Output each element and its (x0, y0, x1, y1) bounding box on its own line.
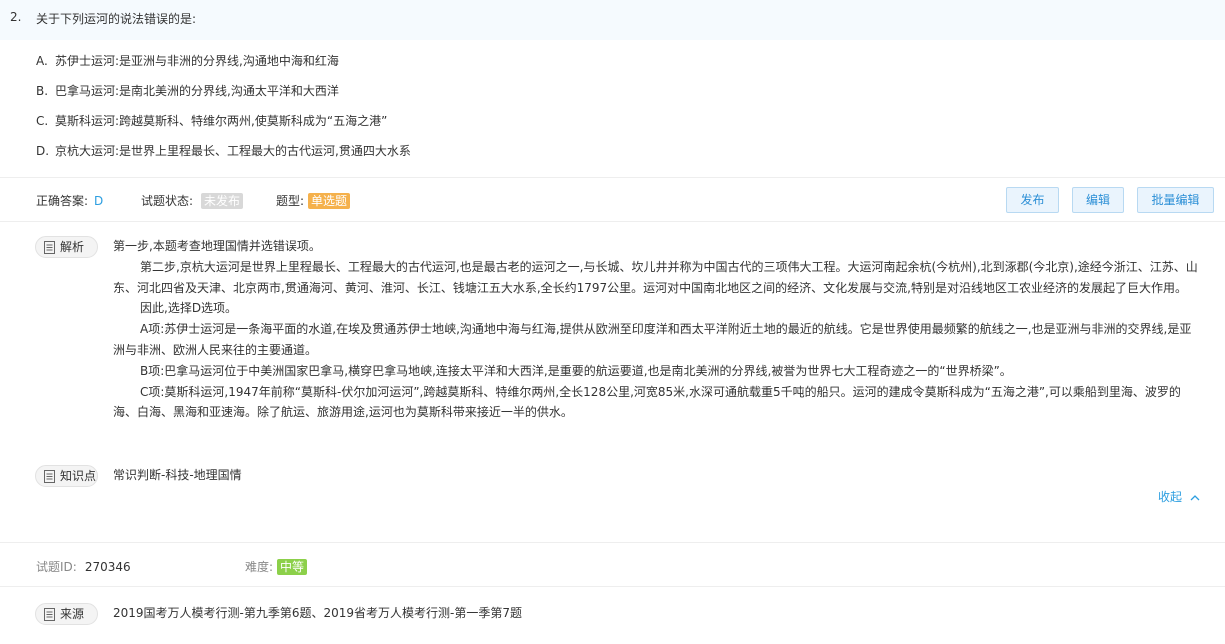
question-id-value: 270346 (84, 560, 131, 574)
option-a: A. 苏伊士运河:是亚洲与非洲的分界线,沟通地中海和红海 (36, 52, 339, 69)
question-stem: 关于下列运河的说法错误的是: (36, 12, 197, 26)
option-letter: C. (36, 114, 49, 128)
answer-label: 正确答案: (36, 194, 89, 208)
divider (0, 586, 1225, 587)
answer-value: D (94, 194, 104, 208)
option-letter: A. (36, 54, 48, 68)
chevron-up-icon (1190, 495, 1200, 501)
analysis-paragraph: 第二步,京杭大运河是世界上里程最长、工程最大的古代运河,也是最古老的运河之一,与… (113, 259, 1198, 295)
option-letter: D. (36, 144, 50, 158)
difficulty-badge: 中等 (277, 559, 308, 575)
question-id: 试题ID: 270346 (36, 558, 131, 575)
analysis-paragraph: A项:苏伊士运河是一条海平面的水道,在埃及贯通苏伊士地峡,沟通地中海与红海,提供… (113, 322, 1192, 357)
question-id-label: 试题ID: (36, 560, 77, 574)
analysis-paragraph: B项:巴拿马运河位于中美洲国家巴拿马,横穿巴拿马地峡,连接太平洋和大西洋,是重要… (140, 363, 1012, 378)
option-letter: B. (36, 84, 49, 98)
analysis-paragraph: 因此,选择D选项。 (140, 301, 238, 316)
divider (0, 177, 1225, 178)
knowledge-tag-label: 知识点 (60, 469, 97, 483)
question-number: 2. (10, 10, 22, 24)
document-icon (44, 241, 55, 254)
option-c: C. 莫斯科运河:跨越莫斯科、特维尔两州,使莫斯科成为“五海之港” (36, 112, 387, 129)
option-b: B. 巴拿马运河:是南北美洲的分界线,沟通太平洋和大西洋 (36, 82, 339, 99)
status-badge: 未发布 (201, 193, 244, 209)
knowledge-point-text: 常识判断-科技-地理国情 (113, 468, 242, 482)
type-info: 题型: 单选题 (276, 192, 351, 209)
analysis-paragraph: C项:莫斯科运河,1947年前称“莫斯科-伏尔加河运河”,跨越莫斯科、特维尔两州… (113, 384, 1181, 420)
collapse-link[interactable]: 收起 (1158, 488, 1200, 505)
edit-button[interactable]: 编辑 (1072, 187, 1124, 213)
type-badge: 单选题 (308, 193, 351, 209)
knowledge-tag: 知识点 (35, 465, 98, 487)
status-info: 试题状态: 未发布 (141, 192, 244, 209)
batch-edit-button[interactable]: 批量编辑 (1137, 187, 1214, 213)
analysis-tag: 解析 (35, 236, 98, 258)
source-tag: 来源 (35, 603, 98, 625)
option-text: 京杭大运河:是世界上里程最长、工程最大的古代运河,贯通四大水系 (55, 144, 411, 158)
status-label: 试题状态: (141, 194, 194, 208)
difficulty-label: 难度: (245, 560, 274, 574)
analysis-content: 第一步,本题考查地理国情并选错误项。 第二步,京杭大运河是世界上里程最长、工程最… (113, 236, 1203, 423)
source-text: 2019国考万人模考行测-第九季第6题、2019省考万人模考行测-第一季第7题 (113, 606, 523, 620)
option-text: 苏伊士运河:是亚洲与非洲的分界线,沟通地中海和红海 (55, 54, 339, 68)
document-icon (44, 470, 55, 483)
question-header: 2. 关于下列运河的说法错误的是: (0, 0, 1225, 40)
document-icon (44, 608, 55, 621)
divider (0, 542, 1225, 543)
difficulty: 难度: 中等 (245, 558, 308, 575)
type-label: 题型: (276, 194, 305, 208)
answer-info: 正确答案: D (36, 192, 103, 209)
analysis-paragraph: 第一步,本题考查地理国情并选错误项。 (113, 239, 321, 253)
analysis-tag-label: 解析 (60, 240, 85, 254)
publish-button[interactable]: 发布 (1006, 187, 1059, 213)
option-d: D. 京杭大运河:是世界上里程最长、工程最大的古代运河,贯通四大水系 (36, 142, 411, 159)
divider (0, 221, 1225, 222)
source-tag-label: 来源 (60, 607, 85, 621)
collapse-label: 收起 (1158, 490, 1183, 504)
option-text: 巴拿马运河:是南北美洲的分界线,沟通太平洋和大西洋 (55, 84, 339, 98)
option-text: 莫斯科运河:跨越莫斯科、特维尔两州,使莫斯科成为“五海之港” (55, 114, 388, 128)
